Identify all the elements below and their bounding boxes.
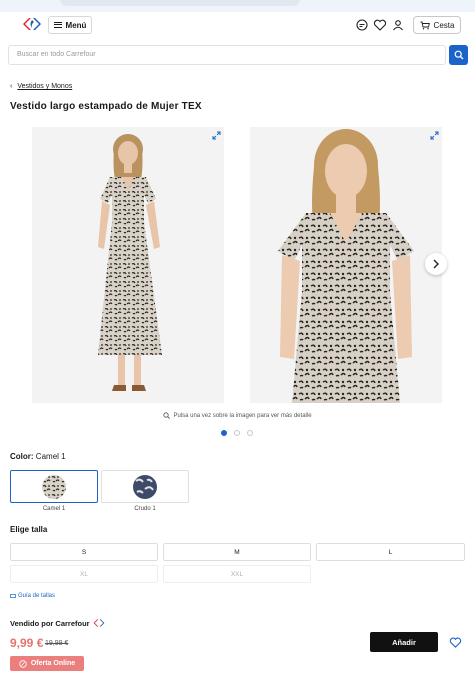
gallery-dot[interactable]: [247, 430, 253, 436]
address-pill: [60, 0, 300, 6]
swatch-thumbnail: [133, 474, 157, 499]
gallery-hint: Pulsa una vez sobre la imagen para ver m…: [0, 412, 475, 419]
seller-info: Vendido por Carrefour: [10, 618, 105, 628]
search-icon: [454, 50, 463, 60]
size-guide-label: Guía de tallas: [18, 593, 56, 599]
gallery-dot[interactable]: [221, 430, 227, 436]
size-option-xxl: XXL: [163, 565, 311, 583]
seller-label: Vendido por Carrefour: [10, 618, 90, 628]
gallery-dots: [221, 430, 253, 436]
color-swatch-camel[interactable]: [10, 470, 98, 503]
hamburger-icon: [53, 22, 62, 28]
offer-icon: [19, 659, 27, 668]
swatch-caption: Crudo 1: [134, 506, 156, 512]
site-header: Menú Cesta: [0, 12, 475, 40]
carrefour-logo: [93, 619, 104, 627]
model-figure-detail: [278, 129, 414, 403]
color-label: Color: Camel 1: [10, 452, 66, 461]
color-selected-value: Camel 1: [35, 452, 66, 461]
add-to-cart-button[interactable]: Añadir: [370, 632, 438, 652]
search-input[interactable]: Buscar en todo Carrefour: [8, 45, 446, 65]
size-option-l[interactable]: L: [316, 543, 465, 561]
cart-button[interactable]: Cesta: [413, 16, 461, 34]
top-strip: [0, 0, 475, 12]
cart-icon: [420, 21, 430, 29]
offer-badge-label: Oferta Online: [30, 660, 76, 667]
gallery-next-button[interactable]: [425, 253, 447, 275]
menu-button[interactable]: Menú: [48, 16, 92, 34]
breadcrumb-link[interactable]: Vestidos y Monos: [17, 83, 72, 90]
carrefour-logo[interactable]: [22, 16, 42, 32]
swatch-thumbnail: [42, 474, 66, 499]
size-option-s[interactable]: S: [10, 543, 158, 561]
search-button[interactable]: [449, 45, 468, 65]
product-image-full[interactable]: [32, 127, 224, 403]
current-price: 9,99 €: [10, 636, 44, 650]
menu-label: Menú: [65, 20, 87, 30]
old-price: 19,99 €: [45, 640, 69, 647]
chevron-left-icon: ‹: [10, 83, 13, 90]
swatch-caption: Camel 1: [42, 506, 66, 512]
support-icon[interactable]: [355, 18, 369, 32]
color-swatch-crudo[interactable]: [101, 470, 189, 503]
product-image-detail[interactable]: [250, 127, 442, 403]
ruler-icon: [10, 594, 16, 598]
size-guide-link[interactable]: Guía de tallas: [10, 593, 55, 599]
heart-icon[interactable]: [373, 18, 387, 32]
product-title: Vestido largo estampado de Mujer TEX: [10, 101, 202, 112]
gallery-dot[interactable]: [234, 430, 240, 436]
search-placeholder: Buscar en todo Carrefour: [17, 51, 96, 58]
cart-label: Cesta: [433, 20, 455, 30]
size-label: Elige talla: [10, 525, 48, 534]
expand-icon[interactable]: [430, 131, 439, 140]
chevron-right-icon: [433, 259, 439, 269]
gallery-hint-text: Pulsa una vez sobre la imagen para ver m…: [173, 412, 312, 419]
model-figure-full: [98, 134, 162, 391]
zoom-icon: [163, 412, 171, 419]
size-option-xl: XL: [10, 565, 158, 583]
user-icon[interactable]: [391, 18, 405, 32]
expand-icon[interactable]: [212, 131, 221, 140]
size-option-m[interactable]: M: [163, 543, 311, 561]
offer-badge: Oferta Online: [10, 656, 84, 671]
breadcrumb: ‹ Vestidos y Monos: [10, 83, 72, 90]
favorite-heart-icon[interactable]: [449, 636, 462, 649]
color-label-key: Color:: [10, 452, 34, 461]
